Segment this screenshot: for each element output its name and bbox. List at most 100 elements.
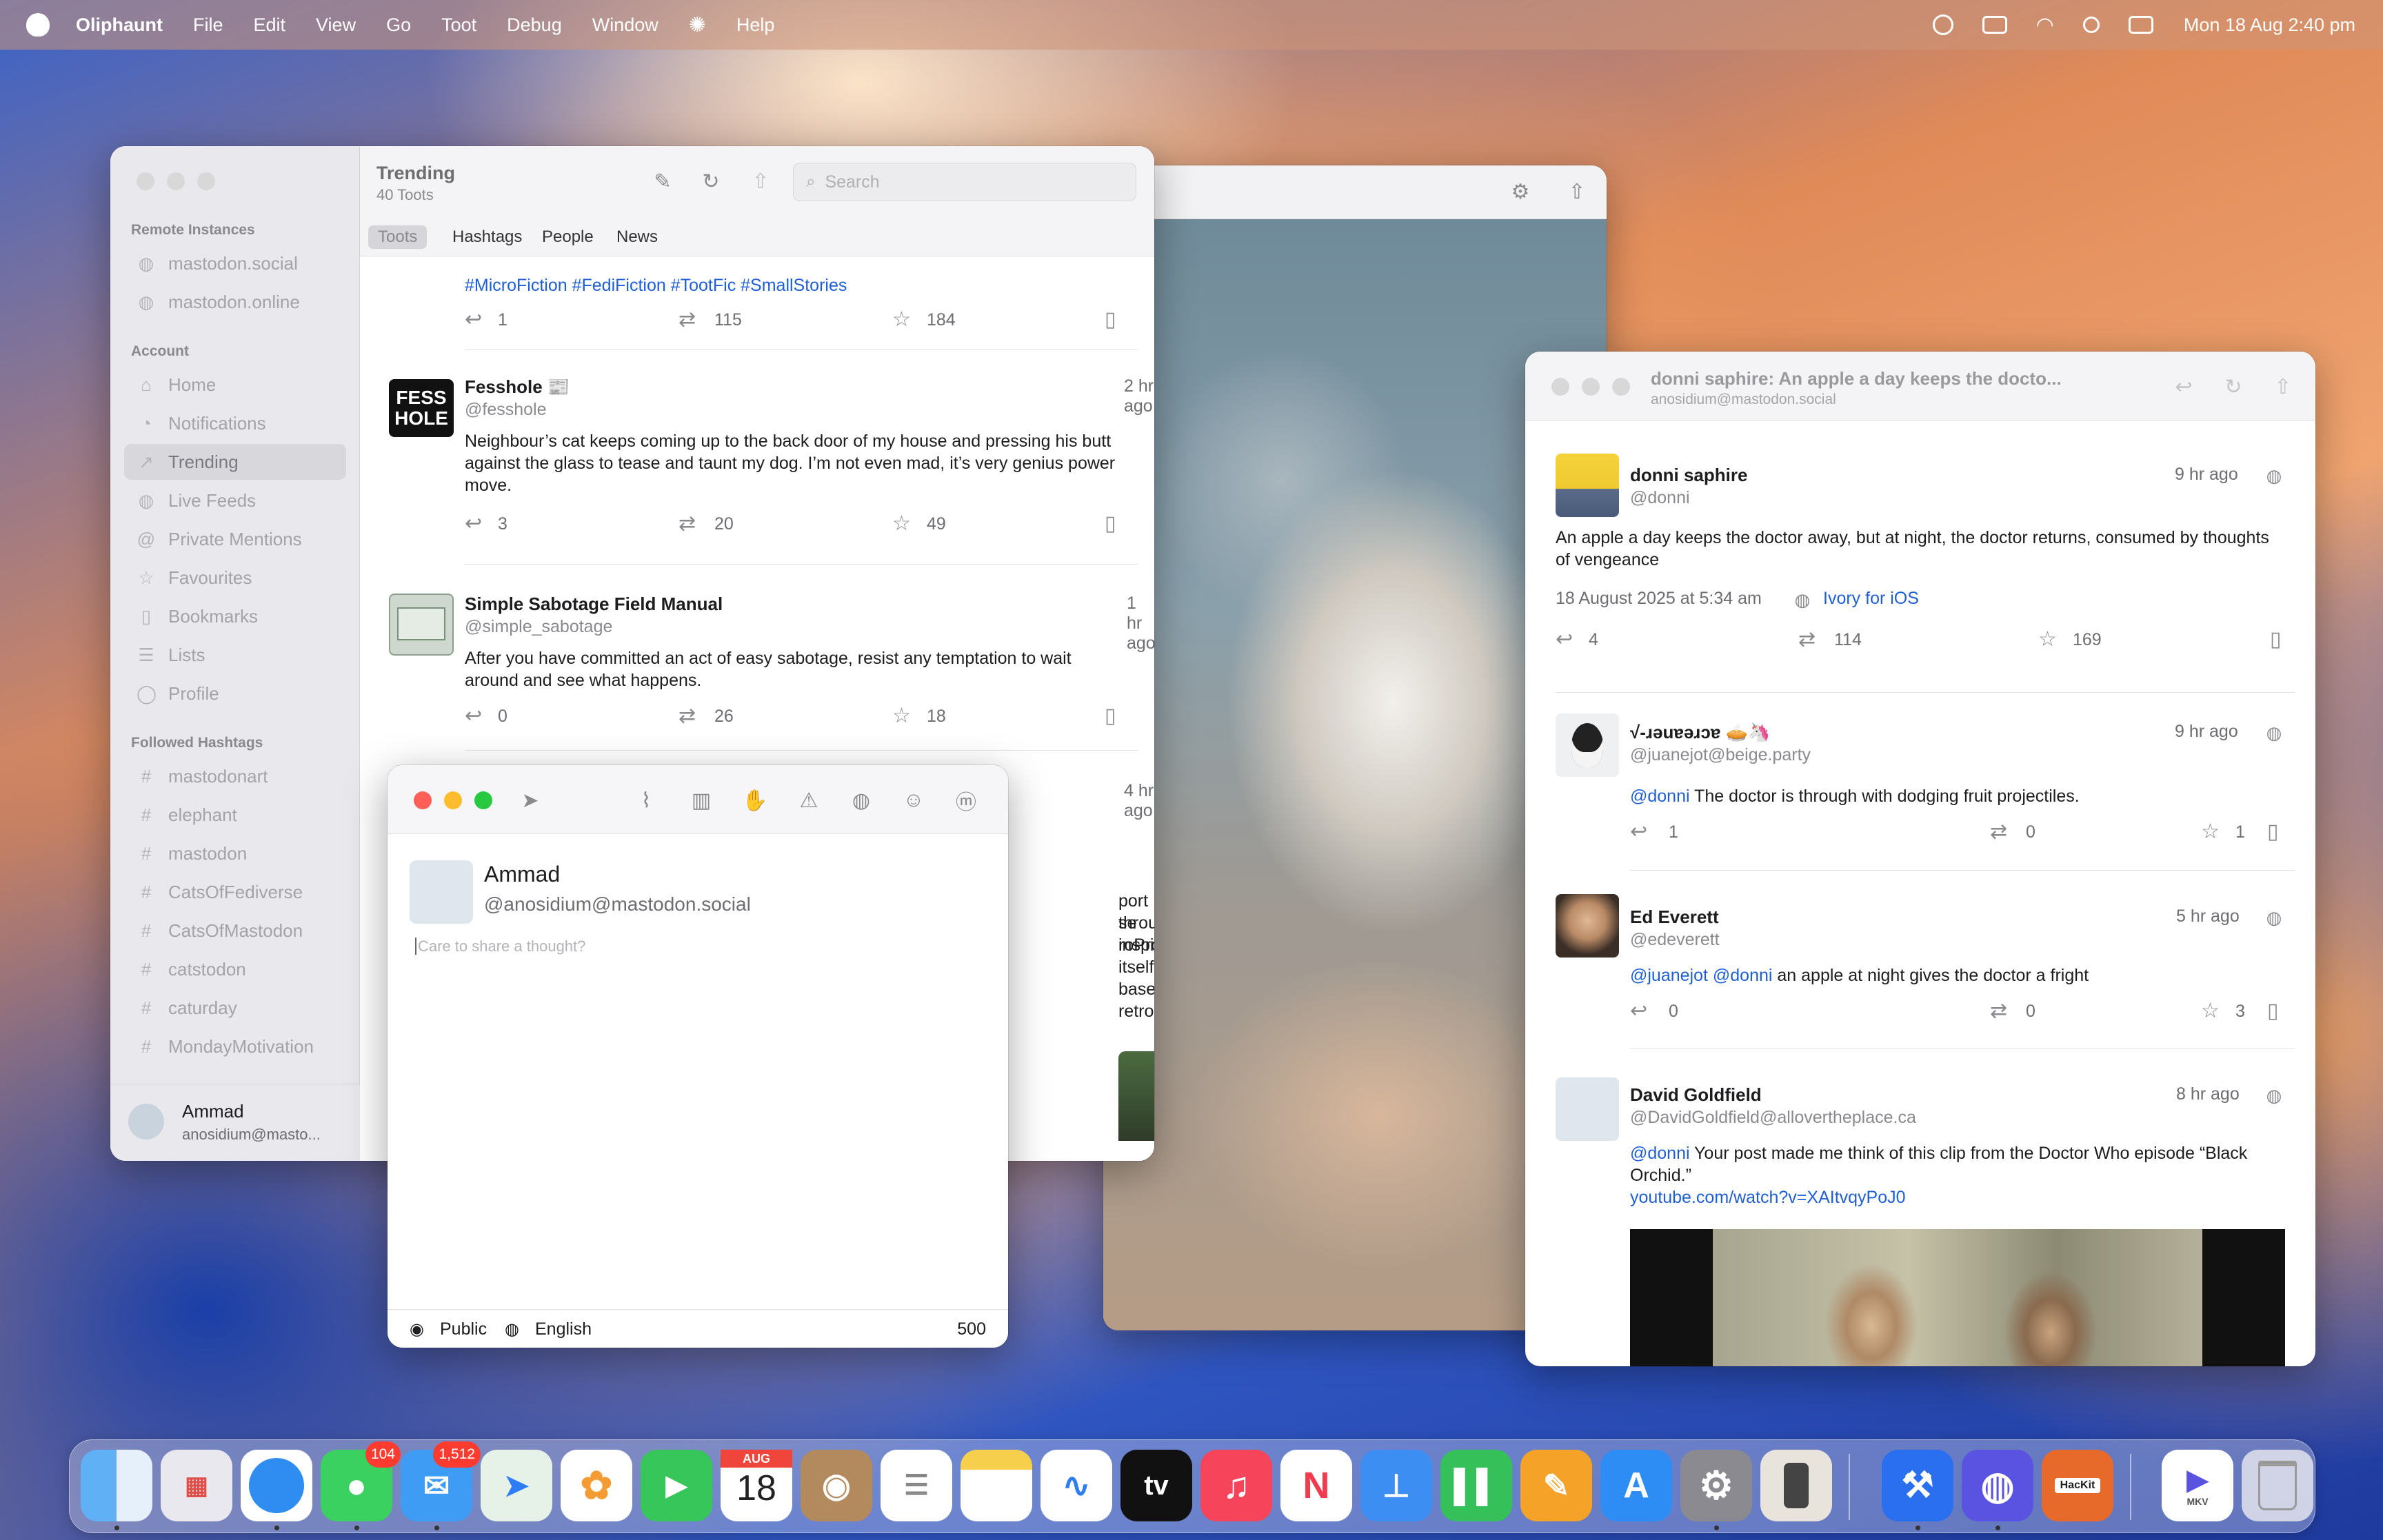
post-author-name[interactable]: Fesshole 📰 (465, 376, 570, 398)
control-center-icon[interactable] (2128, 16, 2153, 34)
sidebar-item-hashtag[interactable]: # MondayMotivation (124, 1029, 346, 1064)
news-icon[interactable]: N (1280, 1450, 1352, 1521)
tab-toots[interactable]: Toots (368, 225, 428, 249)
boost-icon[interactable]: ⇄ (1990, 999, 2007, 1023)
keynote-icon[interactable]: ⊥ (1360, 1450, 1432, 1521)
maps-icon[interactable]: ➤ (481, 1450, 552, 1521)
sidebar-item-profile[interactable]: ◯ Profile (124, 676, 346, 711)
menubar-clock[interactable]: Mon 18 Aug 2:40 pm (2184, 14, 2355, 36)
post-hashtags[interactable]: #MicroFiction #FediFiction #TootFic #Sma… (465, 274, 847, 296)
sidebar-item-hashtag[interactable]: # caturday (124, 990, 346, 1026)
boost-icon[interactable]: ⇄ (1990, 820, 2007, 844)
messages-icon[interactable]: ● 104 (321, 1441, 401, 1521)
post-author-name[interactable]: √-ɹǝuɐǝɹɔɐ 🥧🦄 (1630, 722, 1770, 743)
close-button[interactable] (1551, 378, 1569, 396)
music-icon[interactable]: ♫ (1200, 1450, 1272, 1521)
zoom-button[interactable] (474, 791, 492, 809)
share-icon[interactable]: ⇧ (1562, 176, 1592, 207)
favourite-icon[interactable]: ☆ (892, 511, 911, 536)
poll-icon[interactable]: ▥ (685, 784, 717, 816)
menu-toot[interactable]: Toot (441, 14, 476, 36)
sidebar-item-bookmarks[interactable]: ▯ Bookmarks (124, 598, 346, 634)
sidebar-item-home[interactable]: ⌂ Home (124, 367, 346, 403)
reply-toot[interactable]: Ed Everett @edeverett 5 hr ago ◍ @juanej… (1525, 871, 2315, 1050)
reply-all-icon[interactable]: ↩ (1630, 999, 1647, 1023)
sidebar-item-notifications[interactable]: ◔ Notifications (124, 405, 346, 441)
reply-icon[interactable]: ↩ (465, 307, 482, 332)
favourite-icon[interactable]: ☆ (2201, 820, 2220, 844)
post-client-link[interactable]: Ivory for iOS (1823, 589, 1919, 609)
bookmark-icon[interactable]: ▯ (1105, 307, 1116, 332)
favourite-icon[interactable]: ☆ (892, 307, 911, 332)
language-selector[interactable]: English (535, 1319, 592, 1339)
sidebar-item-trending[interactable]: ↗ Trending (124, 444, 346, 480)
compose-icon[interactable]: ✎ (645, 164, 680, 199)
battery-icon[interactable] (1982, 16, 2007, 34)
warning-icon[interactable]: ⚠ (793, 784, 825, 816)
reply-icon[interactable]: ↩ (1556, 627, 1573, 651)
send-icon[interactable]: ➤ (514, 784, 546, 816)
menu-file[interactable]: File (193, 14, 223, 36)
apple-tv-icon[interactable]: tv (1120, 1450, 1192, 1521)
sidebar-item-hashtag[interactable]: # CatsOfFediverse (124, 874, 346, 910)
close-button[interactable] (414, 791, 432, 809)
bookmark-icon[interactable]: ▯ (2267, 999, 2279, 1023)
photos-icon[interactable]: ✿ (561, 1450, 632, 1521)
sidebar-item-lists[interactable]: ☰ Lists (124, 637, 346, 673)
refresh-icon[interactable]: ↻ (2218, 371, 2249, 403)
reply-all-icon[interactable]: ↩ (1630, 820, 1647, 844)
minimize-button[interactable] (1582, 378, 1600, 396)
app-store-icon[interactable]: A (1600, 1450, 1672, 1521)
emoji-icon[interactable]: ☺ (898, 784, 929, 816)
donni-avatar[interactable] (1556, 454, 1619, 517)
mention-link[interactable]: @juanejot @donni (1630, 966, 1772, 985)
pages-icon[interactable]: ✎ (1520, 1450, 1592, 1521)
numbers-icon[interactable]: ▌▌ (1440, 1450, 1512, 1521)
youtube-link[interactable]: youtube.com/watch?v=XAItvqyPoJ0 (1630, 1186, 1906, 1208)
share-icon[interactable]: ⇧ (743, 164, 778, 199)
timeline-post[interactable]: #MicroFiction #FediFiction #TootFic #Sma… (360, 256, 1154, 346)
post-author-name[interactable]: donni saphire (1630, 465, 1747, 486)
mastodon-icon[interactable]: ⓜ (950, 784, 982, 816)
account-switcher[interactable]: Ammad anosidium@masto... (110, 1084, 360, 1161)
favourite-icon[interactable]: ☆ (2038, 627, 2057, 651)
notes-icon[interactable] (961, 1450, 1032, 1521)
wifi-icon[interactable]: ◠ (2036, 13, 2054, 37)
safari-icon[interactable] (241, 1450, 312, 1521)
video-thumbnail[interactable] (1630, 1229, 2285, 1366)
hand-icon[interactable]: ✋ (739, 784, 771, 816)
post-author-name[interactable]: David Goldfield (1630, 1084, 1762, 1106)
reply-toot[interactable]: David Goldfield @DavidGoldfield@allovert… (1525, 1048, 2315, 1366)
simple-sabotage-avatar[interactable] (389, 594, 454, 656)
boost-icon[interactable]: ⇄ (678, 511, 696, 536)
contacts-icon[interactable]: ◉ (801, 1450, 872, 1521)
ed-everett-avatar[interactable] (1556, 894, 1619, 958)
paperclip-icon[interactable]: ⌇ (630, 784, 662, 816)
post-author-name[interactable]: Ed Everett (1630, 906, 1719, 928)
mention-link[interactable]: @donni (1630, 787, 1690, 806)
menu-debug[interactable]: Debug (507, 14, 562, 36)
finder-icon[interactable] (81, 1450, 152, 1521)
bookmark-icon[interactable]: ▯ (1105, 704, 1116, 728)
play-status-icon[interactable] (1932, 14, 1953, 35)
refresh-icon[interactable]: ↻ (694, 164, 728, 199)
post-image[interactable] (1118, 1051, 1154, 1141)
settings-menu-icon[interactable]: ⚙ (1496, 176, 1545, 207)
mkv-file-icon[interactable]: ▶ MKV (2162, 1450, 2233, 1521)
main-toot[interactable]: donni saphire @donni 9 hr ago ◍ An apple… (1525, 421, 2315, 696)
reply-icon[interactable]: ↩ (465, 511, 482, 536)
language-icon[interactable]: ◍ (505, 1319, 519, 1339)
bookmark-icon[interactable]: ▯ (1105, 511, 1116, 536)
timeline-post[interactable]: Simple Sabotage Field Manual @simple_sab… (360, 565, 1154, 771)
tab-news[interactable]: News (607, 225, 667, 249)
bookmark-icon[interactable]: ▯ (2267, 820, 2279, 844)
sidebar-item-mastodon-social[interactable]: ◍ mastodon.social (124, 245, 346, 281)
close-button[interactable] (137, 172, 154, 190)
reply-icon[interactable]: ↩ (465, 704, 482, 728)
launchpad-icon[interactable]: ▦ (161, 1450, 232, 1521)
reply-icon[interactable]: ↩ (2168, 371, 2200, 403)
sidebar-item-hashtag[interactable]: # CatsOfMastodon (124, 913, 346, 949)
tab-hashtags[interactable]: Hashtags (443, 225, 532, 249)
menu-window[interactable]: Window (592, 14, 658, 36)
sidebar-item-hashtag[interactable]: # elephant (124, 797, 346, 833)
